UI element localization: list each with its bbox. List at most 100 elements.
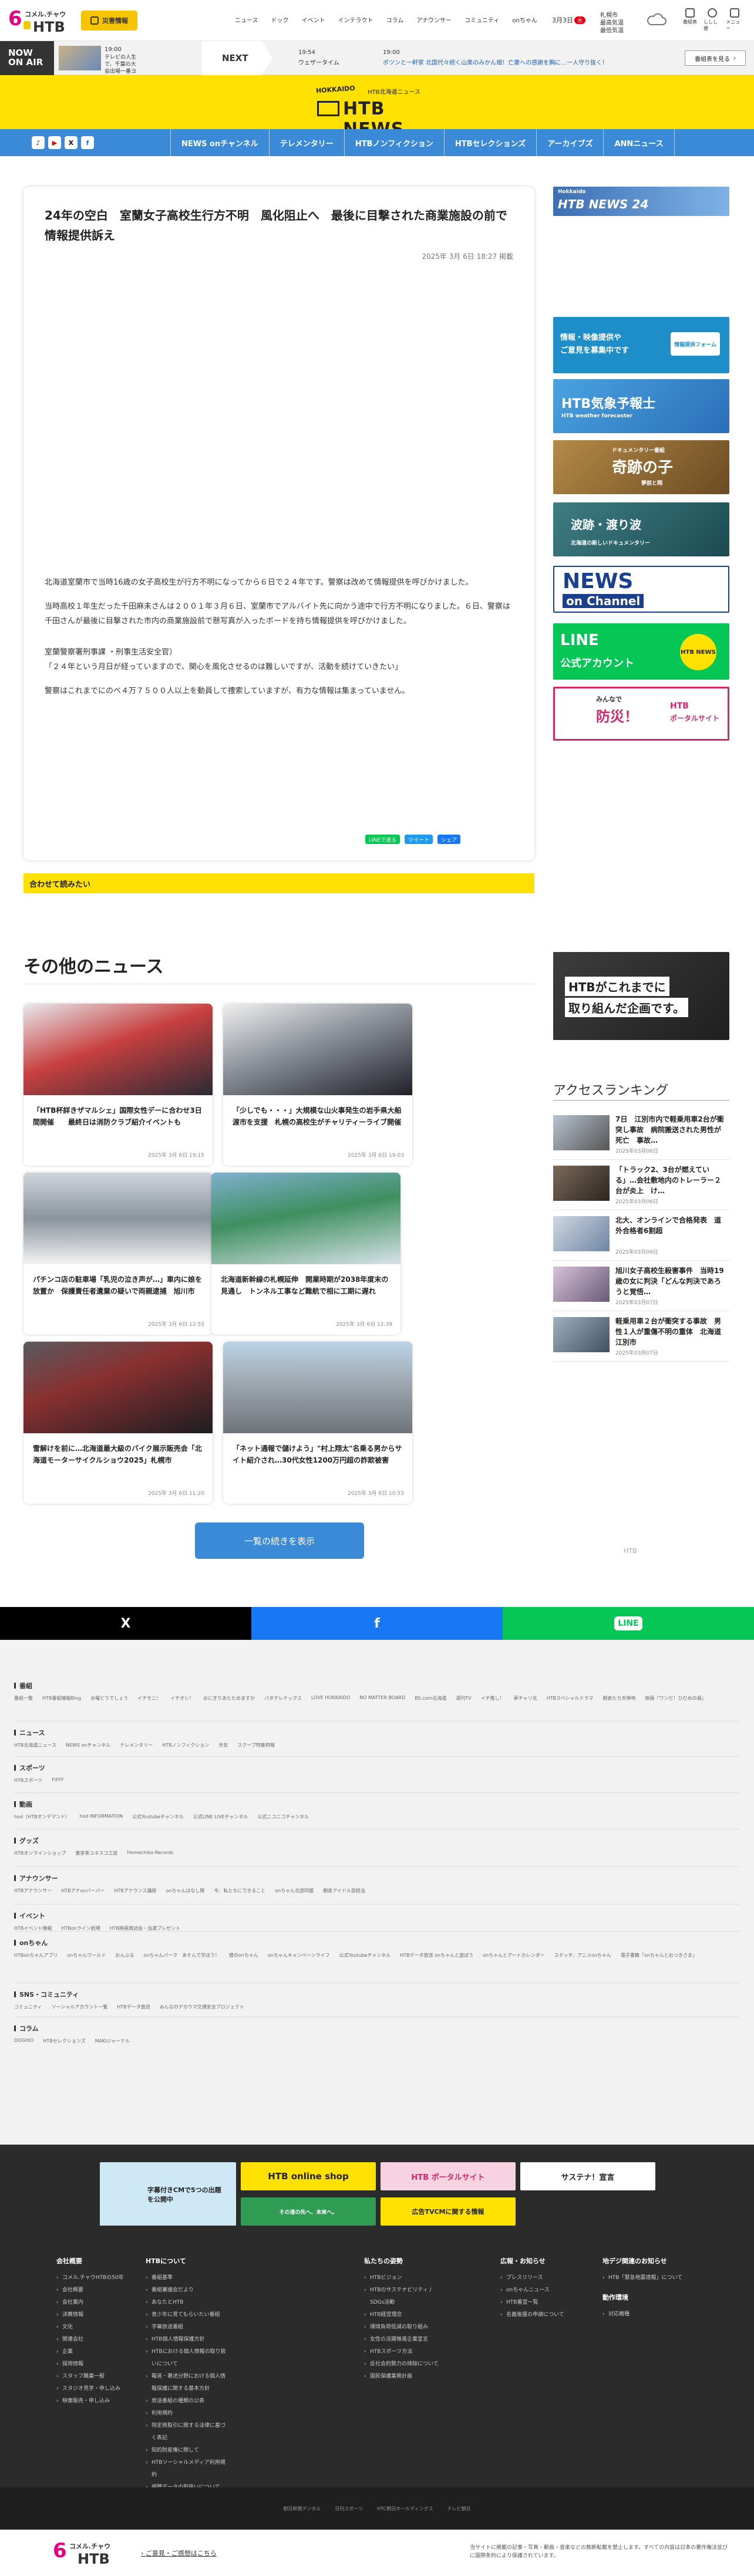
facebook-icon[interactable]: f bbox=[81, 136, 94, 149]
program-guide-link[interactable]: 番組表を見る › bbox=[685, 50, 746, 66]
footer-link[interactable]: 反社会的勢力の排除について bbox=[364, 2358, 446, 2371]
news24-banner[interactable]: Hokkaido HTB NEWS 24 bbox=[553, 187, 729, 216]
footer-link[interactable]: HTBスポーツ方法 bbox=[364, 2346, 446, 2358]
future-banner[interactable]: その道の先へ、未来へ。 bbox=[241, 2197, 376, 2226]
ranking-item[interactable]: 軽乗用車２台が衝突する事故 男性１人が重傷不明の重体 北海道江別市 2025年0… bbox=[553, 1311, 729, 1362]
footer-link[interactable]: 企業 bbox=[56, 2346, 139, 2358]
ticker-text[interactable]: ポツンと一軒家 北国代々続く山奥のみかん畑！亡妻への感謝を胸に…一人守り抜く！ bbox=[383, 58, 608, 66]
sitemap-link[interactable]: 橙のonちゃん bbox=[229, 1952, 258, 1959]
news-card[interactable]: 「HTB杯詳きザマルシェ」国際女性デーに合わせ3日間開催 最終日は消防クラブ紹介… bbox=[23, 1004, 213, 1166]
sitemap-link[interactable]: 今、私たちにできること bbox=[214, 1888, 265, 1894]
footer-link[interactable]: コメル.チャウHTBの50年 bbox=[56, 2272, 139, 2284]
sitemap-link[interactable]: HTBセレクションズ bbox=[43, 2038, 85, 2044]
sitemap-link[interactable]: 夢チャリ北 bbox=[514, 1695, 537, 1701]
sitemap-link[interactable]: 番組一覧 bbox=[14, 1695, 33, 1701]
sitemap-link[interactable]: onちゃんはなし隊 bbox=[166, 1888, 204, 1894]
footer-link[interactable]: 決算情報 bbox=[56, 2309, 139, 2321]
tweet-button[interactable]: ツイート bbox=[405, 835, 433, 844]
sitemap-link[interactable]: パタデレナックス bbox=[264, 1695, 302, 1701]
sitemap-link[interactable]: DOGHIO bbox=[14, 2038, 33, 2044]
footer-link[interactable]: HTBにおける個人情報の取り扱いについて bbox=[146, 2346, 228, 2371]
now-program-thumbnail[interactable] bbox=[59, 46, 101, 70]
footer-logo[interactable]: 6 コメル.チャウ HTB bbox=[53, 2538, 117, 2567]
htb-logo[interactable]: 6 コメル.チャウ HTB bbox=[8, 6, 73, 35]
sitemap-heading[interactable]: ニュース bbox=[14, 1728, 740, 1737]
footer-link[interactable]: 関連会社 bbox=[56, 2334, 139, 2346]
news-card[interactable]: 雪解けを前に…北海道最大級のバイク展示販売会「北海道モーターサイクルショウ202… bbox=[23, 1342, 213, 1504]
load-more-button[interactable]: 一覧の続きを表示 bbox=[195, 1522, 364, 1559]
sitemap-link[interactable]: HTBアナonパーパー bbox=[61, 1888, 105, 1894]
ranking-item[interactable]: 北大、オンラインで合格発表 道外合格者6割超 2025年03月06日 bbox=[553, 1210, 729, 1261]
footer-link[interactable]: HTBビジョン bbox=[364, 2272, 446, 2284]
sitemap-link[interactable]: MAKIジャーナル bbox=[95, 2038, 130, 2044]
topnav-announcer[interactable]: アナウンサー bbox=[416, 15, 452, 24]
partner-link[interactable]: 日刊スポーツ bbox=[335, 2506, 363, 2512]
sitemap-link[interactable]: hod INFORMATION bbox=[79, 1814, 123, 1820]
youtube-icon[interactable]: ▶ bbox=[48, 136, 61, 149]
sitemap-link[interactable]: HTBスペシャルドラマ bbox=[547, 1695, 594, 1701]
weather-widget[interactable]: 札幌市 最高気温 最低気温 bbox=[600, 12, 624, 35]
bousai-banner[interactable]: みんなで 防災！ HTB ポータルサイト bbox=[553, 687, 729, 741]
footer-link[interactable]: スタジオ見学・申し込み bbox=[56, 2383, 139, 2395]
sitemap-link[interactable]: 週刊TV bbox=[456, 1695, 471, 1701]
next-program[interactable]: ウェザータイム bbox=[298, 58, 339, 66]
footer-link[interactable]: 番組基準 bbox=[146, 2272, 228, 2284]
disaster-info-button[interactable]: 災害情報 bbox=[81, 11, 137, 31]
sitemap-link[interactable]: Homechika Records bbox=[127, 1850, 173, 1856]
sitemap-link[interactable]: 水曜どうでしょう bbox=[90, 1695, 128, 1701]
sitemap-link[interactable]: 公式LINE LIVEチャンネル bbox=[193, 1814, 248, 1820]
topnav-news[interactable]: ニュース bbox=[235, 15, 258, 24]
sitemap-link[interactable]: HTBスポーツ bbox=[14, 1777, 42, 1784]
news-card[interactable]: 北海道新幹線の札幌延伸 開業時期が2038年度末の見通し トンネル工事など難航で… bbox=[211, 1173, 400, 1335]
sitemap-heading[interactable]: SNS・コミュニティ bbox=[14, 1990, 740, 1999]
ranking-item[interactable]: 7日 江別市内で軽乗用車2台が衝突し事故 病院搬送された男性が死亡 事故… 20… bbox=[553, 1109, 729, 1160]
sitemap-heading[interactable]: アナウンサー bbox=[14, 1873, 740, 1883]
namiuchi-banner[interactable]: 波跡・渡り波 北海道の新しいドキュメンタリー bbox=[553, 502, 729, 556]
sitemap-link[interactable]: 映画『ワンだ！ひだめの週』 bbox=[645, 1695, 706, 1701]
footer-link[interactable]: HTB経営理念 bbox=[364, 2309, 446, 2321]
sitemap-link[interactable]: FIFFF bbox=[52, 1777, 64, 1784]
sitemap-link[interactable]: LOVE HOKKAIDO bbox=[311, 1695, 350, 1701]
nav-telementary[interactable]: テレメンタリー bbox=[268, 129, 344, 156]
weather-forecaster-banner[interactable]: HTB気象予報士 HTB weather forecaster bbox=[553, 379, 729, 433]
footer-link[interactable]: 文化 bbox=[56, 2321, 139, 2334]
footer-link[interactable]: 番組審議会だより bbox=[146, 2284, 228, 2297]
sitemap-link[interactable]: HTBノンフィクション bbox=[162, 1742, 209, 1748]
share-line-button[interactable]: LINE bbox=[503, 1607, 754, 1640]
sitemap-link[interactable]: onちゃん北部同盟 bbox=[275, 1888, 314, 1894]
sitemap-link[interactable]: 朝倉たち天神地 bbox=[602, 1695, 635, 1701]
footer-link[interactable]: HTB番宣一覧 bbox=[500, 2297, 583, 2309]
footer-link[interactable]: HTBソーシャルメディア利用規約 bbox=[146, 2457, 228, 2482]
nav-nonfiction[interactable]: HTBノンフィクション bbox=[344, 129, 444, 156]
topnav-dock[interactable]: ドック bbox=[271, 15, 289, 24]
footer-link[interactable]: あなたとHTB bbox=[146, 2297, 228, 2309]
menu-button[interactable]: メニュー bbox=[726, 8, 743, 32]
sitemap-link[interactable]: onちゃんキャンペーンライフ bbox=[268, 1952, 330, 1959]
sitemap-link[interactable]: 天気 bbox=[218, 1742, 228, 1748]
login-button[interactable]: ししし便 bbox=[703, 8, 721, 32]
sitemap-link[interactable]: おんぶる bbox=[115, 1952, 134, 1959]
sitemap-link[interactable]: HTBアナウンサー bbox=[14, 1888, 52, 1894]
sitemap-link[interactable]: HTBonちゃんアプリ bbox=[14, 1952, 58, 1959]
sitemap-link[interactable]: onちゃんとアートカレンダー bbox=[483, 1952, 544, 1959]
sitemap-link[interactable]: 公式Youtubeチャンネル bbox=[339, 1952, 391, 1959]
footer-link[interactable]: onちゃんニュース bbox=[500, 2284, 583, 2297]
ranking-item[interactable]: 「トラック2、3台が燃えている」…会社敷地内のトレーラー２台が炎上 け… 202… bbox=[553, 1160, 729, 1210]
sitemap-link[interactable]: 電子書籍「onちゃんとおつきさま」 bbox=[621, 1952, 697, 1959]
footer-link[interactable]: 青少年に見てもらいたい番組 bbox=[146, 2309, 228, 2321]
sitemap-link[interactable]: onちゃんワールド bbox=[67, 1952, 106, 1959]
footer-link[interactable]: プレスリリース bbox=[500, 2272, 583, 2284]
sitemap-link[interactable]: NEWS onチャンネル bbox=[66, 1742, 110, 1748]
sitemap-link[interactable]: イチオシ！ bbox=[170, 1695, 194, 1701]
sitemap-link[interactable]: 公式ニコニコチャンネル bbox=[257, 1814, 309, 1820]
topnav-interact[interactable]: インテラクト bbox=[338, 15, 373, 24]
sustainable-banner[interactable]: サステナ！宣言 bbox=[520, 2162, 655, 2190]
footer-link[interactable]: 会社案内 bbox=[56, 2297, 139, 2309]
footer-link[interactable]: 映像販売・申し込み bbox=[56, 2395, 139, 2408]
footer-link[interactable]: 採用情報 bbox=[56, 2358, 139, 2371]
partner-link[interactable]: HTC朝日ホールディングス bbox=[377, 2506, 433, 2512]
footer-link[interactable]: HTB個人情報保護方針 bbox=[146, 2334, 228, 2346]
nav-selections[interactable]: HTBセレクションズ bbox=[443, 129, 536, 156]
news-card[interactable]: 「ネット通報で儲けよう」"村上翔太"名乗る男からサイト紹介され…30代女性120… bbox=[223, 1342, 412, 1504]
sitemap-link[interactable]: テレメンタリー bbox=[120, 1742, 153, 1748]
